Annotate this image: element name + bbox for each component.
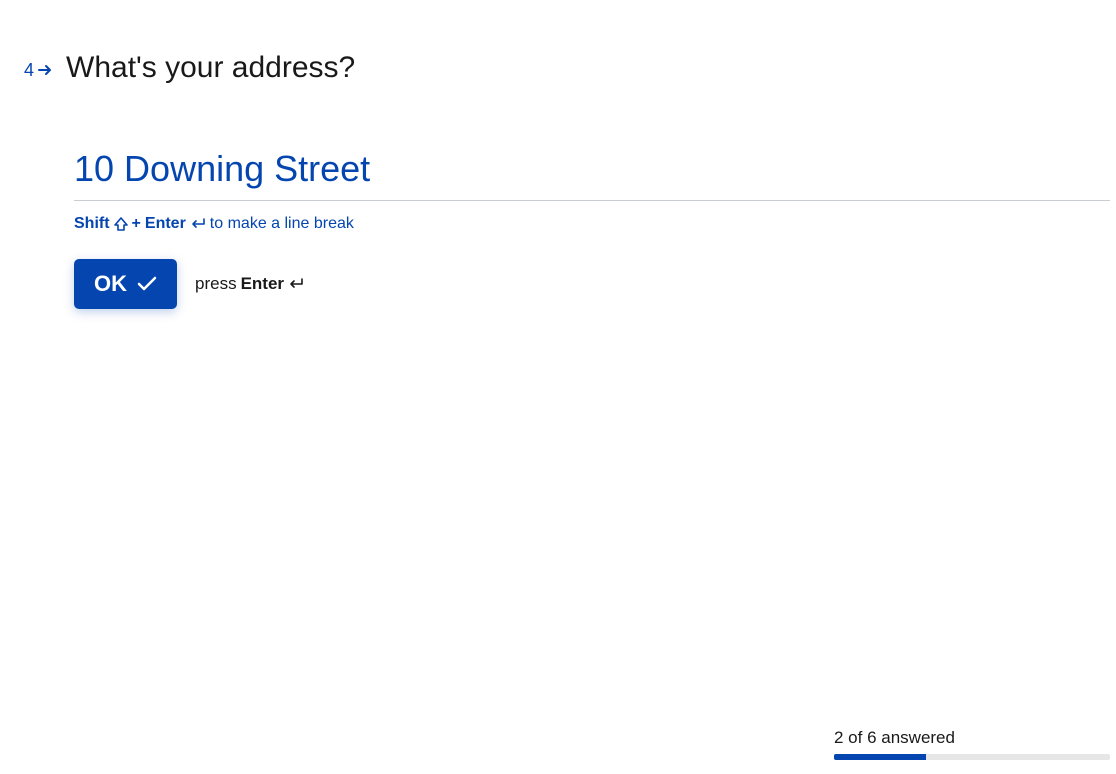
progress-bar (834, 754, 1110, 760)
press-label: press (195, 274, 237, 294)
enter-icon (288, 278, 304, 290)
press-enter-label: Enter (241, 274, 284, 294)
question-title: What's your address? (66, 50, 355, 86)
question-header: 4 What's your address? (24, 50, 1110, 86)
check-icon (137, 276, 157, 292)
progress-fill (834, 754, 926, 760)
hint-shift-label: Shift (74, 215, 110, 233)
line-break-hint: Shift + Enter to make a line break (74, 215, 1110, 233)
hint-plus: + (132, 215, 141, 233)
ok-button[interactable]: OK (74, 259, 177, 309)
progress-footer: 2 of 6 answered (834, 728, 1110, 760)
address-input[interactable] (74, 146, 1110, 201)
progress-text: 2 of 6 answered (834, 728, 1110, 748)
arrow-right-icon (38, 64, 52, 76)
shift-icon (114, 217, 128, 231)
hint-rest: to make a line break (210, 215, 354, 233)
question-number-badge: 4 (24, 57, 52, 79)
question-number: 4 (24, 61, 34, 79)
enter-icon (190, 218, 206, 230)
press-enter-hint: press Enter (195, 274, 304, 294)
hint-enter-label: Enter (145, 215, 186, 233)
ok-button-label: OK (94, 271, 127, 297)
